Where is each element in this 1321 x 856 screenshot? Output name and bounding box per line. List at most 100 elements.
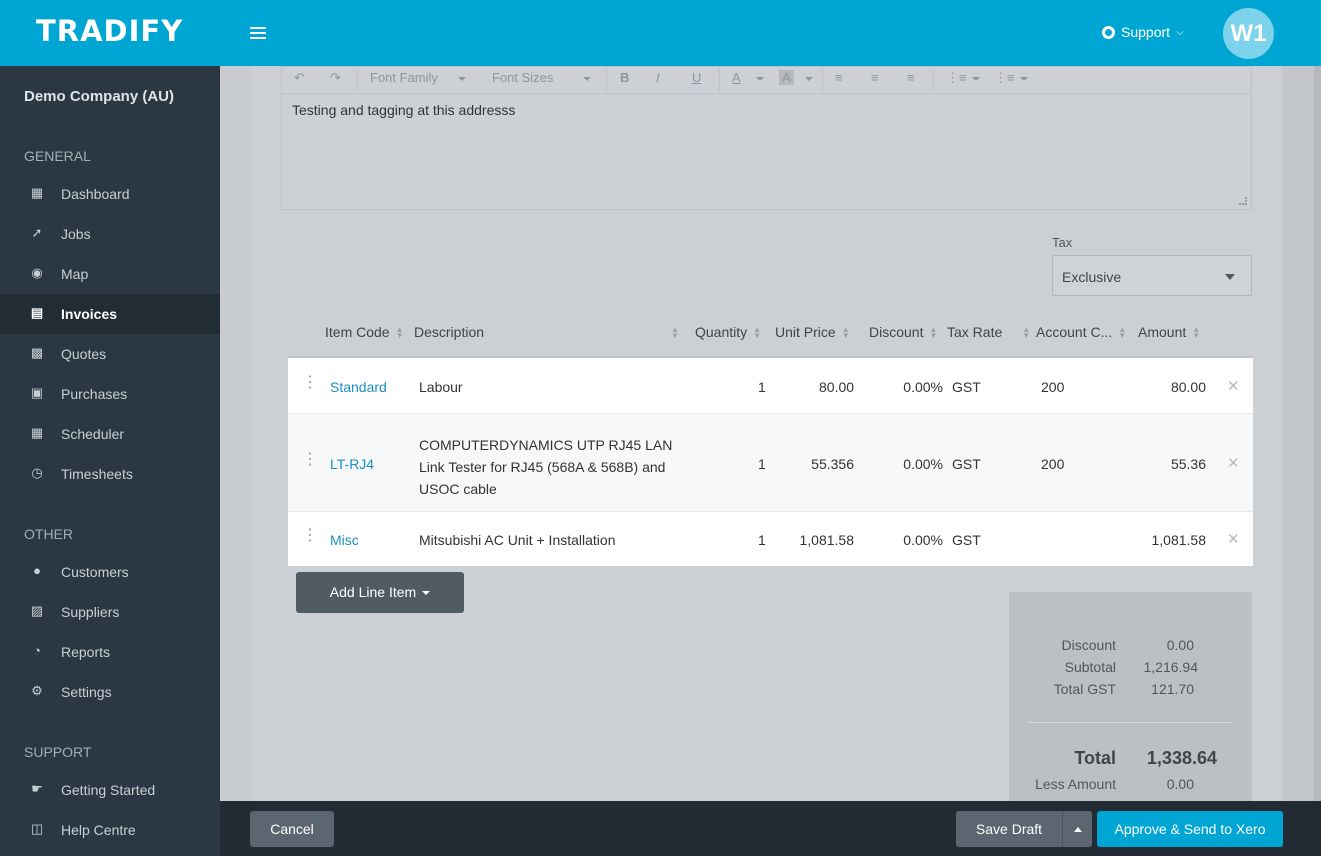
- account-code[interactable]: 200: [1041, 456, 1064, 472]
- table-row[interactable]: ⋮ Misc Mitsubishi AC Unit + Installation…: [288, 512, 1253, 566]
- save-draft-button[interactable]: Save Draft: [956, 811, 1062, 847]
- chevron-down-icon: [422, 591, 431, 596]
- sidebar-item-timesheets[interactable]: ◷ Timesheets: [0, 454, 220, 494]
- sidebar-item-scheduler[interactable]: ▦ Scheduler: [0, 414, 220, 454]
- item-code-link[interactable]: LT-RJ4: [330, 456, 374, 472]
- close-icon[interactable]: ✕: [1227, 377, 1240, 395]
- sidebar-item-dashboard[interactable]: ▦ Dashboard: [0, 174, 220, 214]
- chevron-down-icon[interactable]: [972, 70, 980, 85]
- lifebuoy-icon: [1102, 25, 1115, 39]
- unit-price[interactable]: 80.00: [819, 379, 854, 395]
- column-header-item-code[interactable]: Item Code ▲ ▼: [325, 324, 404, 340]
- resize-grip-icon[interactable]: [1239, 197, 1247, 205]
- sort-icon: ▲ ▼: [395, 325, 404, 341]
- amount: 80.00: [1170, 379, 1206, 395]
- sidebar-item-reports[interactable]: ◔ Reports: [0, 632, 220, 672]
- tradify-logo[interactable]: TRADIFY: [36, 14, 183, 48]
- tax-rate[interactable]: GST: [952, 379, 981, 395]
- approve-send-xero-button[interactable]: Approve & Send to Xero: [1097, 811, 1283, 847]
- support-menu[interactable]: Support ⌵: [1102, 24, 1184, 40]
- discount[interactable]: 0.00%: [888, 379, 943, 395]
- chevron-down-icon[interactable]: [756, 70, 764, 85]
- unit-price[interactable]: 1,081.58: [784, 532, 855, 548]
- quantity[interactable]: 1: [758, 532, 766, 548]
- close-icon[interactable]: ✕: [1227, 530, 1240, 548]
- quantity[interactable]: 1: [758, 379, 766, 395]
- redo-icon[interactable]: ↷: [330, 70, 341, 86]
- description[interactable]: Labour: [419, 379, 463, 395]
- avatar[interactable]: W1: [1223, 8, 1274, 59]
- item-code-link[interactable]: Misc: [330, 532, 359, 548]
- tax-value: Exclusive: [1062, 269, 1122, 285]
- sidebar-item-getting-started[interactable]: ☛ Getting Started: [0, 770, 220, 810]
- column-header-amount[interactable]: Amount ▲ ▼: [1138, 324, 1200, 340]
- quantity[interactable]: 1: [758, 456, 766, 472]
- sidebar-item-customers[interactable]: ● Customers: [0, 552, 220, 592]
- sidebar-item-quotes[interactable]: ▩ Quotes: [0, 334, 220, 374]
- drag-handle-icon[interactable]: ⋮: [302, 452, 318, 468]
- sidebar-item-help-centre[interactable]: ◫ Help Centre: [0, 810, 220, 850]
- support-label: Support: [1121, 24, 1171, 40]
- numbered-list-icon[interactable]: ⋮≡: [994, 70, 1015, 86]
- sidebar-item-map[interactable]: ◉ Map: [0, 254, 220, 294]
- chevron-down-icon: ⌵: [1176, 26, 1184, 38]
- undo-icon[interactable]: ↶: [294, 70, 305, 86]
- sidebar-item-purchases[interactable]: ▣ Purchases: [0, 374, 220, 414]
- sidebar-item-label: Getting Started: [61, 782, 156, 798]
- drag-handle-icon[interactable]: ⋮: [302, 375, 318, 391]
- close-icon[interactable]: ✕: [1227, 454, 1240, 472]
- italic-icon[interactable]: I: [656, 70, 660, 85]
- table-row[interactable]: ⋮ LT-RJ4 COMPUTERDYNAMICS UTP RJ45 LAN L…: [288, 414, 1253, 512]
- description[interactable]: Mitsubishi AC Unit + Installation: [419, 532, 615, 548]
- font-family-select[interactable]: Font Family: [370, 70, 466, 85]
- account-code[interactable]: 200: [1041, 379, 1064, 395]
- drag-handle-icon[interactable]: ⋮: [302, 528, 318, 544]
- scrollbar-track[interactable]: [1314, 66, 1321, 801]
- chevron-down-icon[interactable]: [1020, 70, 1028, 85]
- add-line-item-button[interactable]: Add Line Item: [296, 572, 464, 613]
- unit-price[interactable]: 55.356: [794, 456, 854, 472]
- editor-text[interactable]: Testing and tagging at this addresss: [292, 102, 515, 118]
- sidebar-item-jobs[interactable]: ➚ Jobs: [0, 214, 220, 254]
- menu-icon[interactable]: [250, 27, 266, 39]
- tax-rate[interactable]: GST: [952, 456, 981, 472]
- font-sizes-select[interactable]: Font Sizes: [492, 70, 592, 85]
- column-header-tax-rate[interactable]: Tax Rate ▲ ▼: [947, 324, 1030, 340]
- tax-select[interactable]: Exclusive: [1052, 255, 1252, 296]
- text-color-icon[interactable]: A: [732, 70, 741, 85]
- table-row[interactable]: ⋮ Standard Labour 1 80.00 0.00% GST 200 …: [288, 358, 1253, 414]
- sidebar-item-suppliers[interactable]: ▨ Suppliers: [0, 592, 220, 632]
- align-center-icon[interactable]: ≡: [871, 70, 879, 85]
- description[interactable]: COMPUTERDYNAMICS UTP RJ45 LAN Link Teste…: [419, 434, 672, 500]
- column-header-unit-price[interactable]: Unit Price ▲ ▼: [775, 324, 850, 340]
- save-draft-options-button[interactable]: [1062, 811, 1092, 847]
- align-right-icon[interactable]: ≡: [907, 70, 915, 85]
- sidebar-item-invoices[interactable]: ▤ Invoices: [0, 294, 220, 334]
- tax-rate[interactable]: GST: [952, 532, 981, 548]
- discount[interactable]: 0.00%: [888, 532, 943, 548]
- sidebar-item-settings[interactable]: ⚙ Settings: [0, 672, 220, 712]
- column-header-description[interactable]: Description ▲ ▼: [414, 324, 679, 340]
- bullet-list-icon[interactable]: ⋮≡: [946, 70, 967, 86]
- align-left-icon[interactable]: ≡: [835, 70, 843, 85]
- underline-icon[interactable]: U: [692, 70, 701, 85]
- amount: 55.36: [1170, 456, 1206, 472]
- bold-icon[interactable]: B: [620, 70, 629, 85]
- gst-value: 121.70: [1151, 681, 1194, 697]
- background-color-icon[interactable]: A: [779, 70, 794, 85]
- sort-icon: ▲ ▼: [1192, 325, 1201, 341]
- column-header-discount[interactable]: Discount ▲ ▼: [869, 324, 937, 340]
- discount[interactable]: 0.00%: [888, 456, 943, 472]
- column-header-quantity[interactable]: Quantity ▲ ▼: [695, 324, 761, 340]
- total-label: Total: [1074, 748, 1116, 768]
- item-code-link[interactable]: Standard: [330, 379, 387, 395]
- subtotal-value: 1,216.94: [1143, 659, 1199, 675]
- totals-divider: [1028, 722, 1232, 723]
- less-amount-label: Less Amount: [1035, 776, 1116, 792]
- cancel-button[interactable]: Cancel: [250, 811, 334, 847]
- chevron-down-icon[interactable]: [805, 70, 813, 85]
- sidebar-item-label: Quotes: [61, 346, 107, 362]
- column-header-account-code[interactable]: Account C... ▲ ▼: [1036, 324, 1126, 340]
- line-items-table: ⋮ Standard Labour 1 80.00 0.00% GST 200 …: [288, 358, 1253, 566]
- notes-editor[interactable]: ↶ ↷ Font Family Font Sizes B I U A A ≡ ≡…: [281, 66, 1252, 210]
